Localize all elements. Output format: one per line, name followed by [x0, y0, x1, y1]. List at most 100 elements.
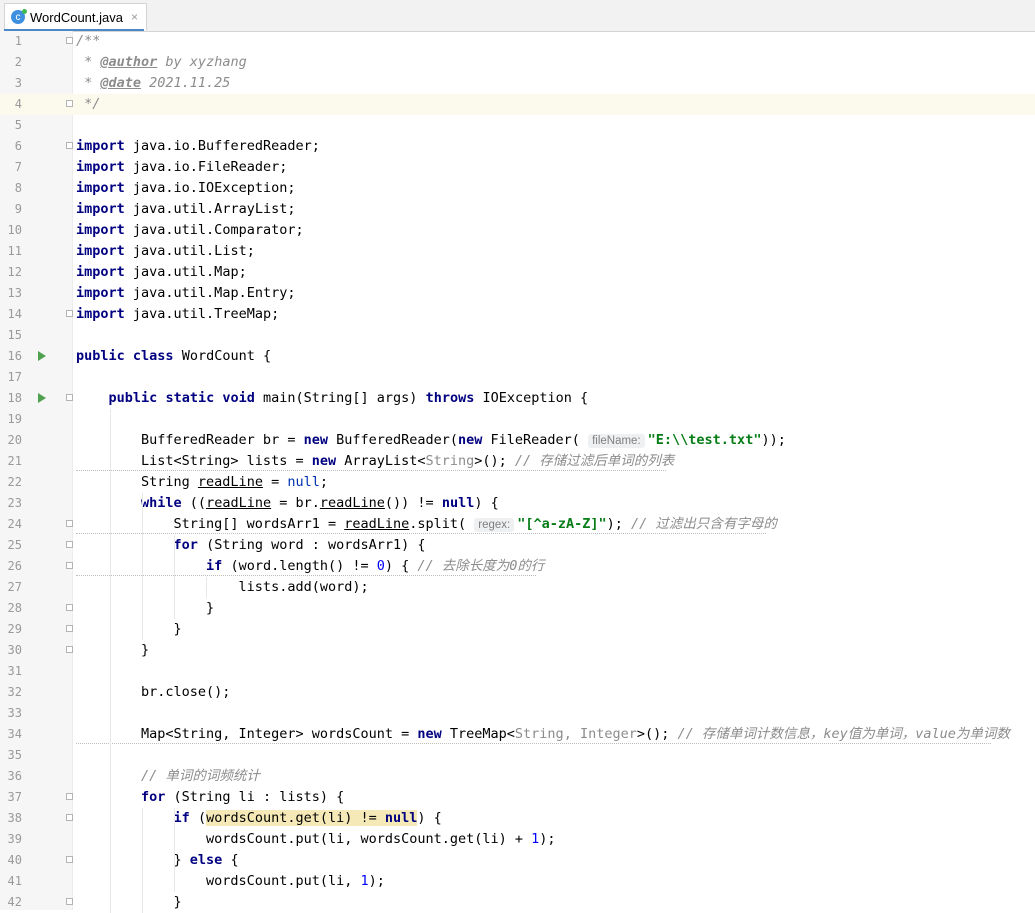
fold-icon[interactable]: [66, 394, 73, 401]
code-editor[interactable]: 1/** 2 * @author by xyzhang 3 * @date 2021…: [0, 31, 1035, 913]
line-number: 10: [7, 223, 22, 237]
line-number: 35: [7, 748, 22, 762]
code-line[interactable]: 25 for (String word : wordsArr1) {: [0, 535, 1035, 556]
line-number: 34: [7, 727, 22, 741]
code-line[interactable]: 38 if (wordsCount.get(li) != null) {: [0, 808, 1035, 829]
code-text: }: [76, 621, 182, 637]
line-number: 39: [7, 832, 22, 846]
code-line[interactable]: 37 for (String li : lists) {: [0, 787, 1035, 808]
code-line[interactable]: 40 } else {: [0, 850, 1035, 871]
close-icon[interactable]: ×: [131, 10, 138, 24]
code-line[interactable]: 36 // 单词的词频统计: [0, 766, 1035, 787]
code-line[interactable]: 34 Map<String, Integer> wordsCount = new…: [0, 724, 1035, 745]
line-number: 16: [7, 349, 22, 363]
code-line[interactable]: 12 import java.util.Map;: [0, 262, 1035, 283]
code-text: lists.add(word);: [76, 579, 369, 595]
line-number: 20: [7, 433, 22, 447]
code-line[interactable]: 22 String readLine = null;: [0, 472, 1035, 493]
code-line[interactable]: 3 * @date 2021.11.25: [0, 73, 1035, 94]
fold-icon[interactable]: [66, 856, 73, 863]
code-line[interactable]: 17: [0, 367, 1035, 388]
fold-icon[interactable]: [66, 541, 73, 548]
fold-icon[interactable]: [66, 142, 73, 149]
line-number: 37: [7, 790, 22, 804]
code-text: }: [76, 600, 215, 616]
fold-icon[interactable]: [66, 814, 73, 821]
fold-icon[interactable]: [66, 562, 73, 569]
line-number: 40: [7, 853, 22, 867]
code-line[interactable]: 26 if (word.length() != 0) { // 去除长度为0的行: [0, 556, 1035, 577]
line-number: 9: [14, 202, 22, 216]
line-number: 7: [14, 160, 22, 174]
code-text: import java.util.TreeMap;: [76, 306, 280, 322]
code-text: List<String> lists = new ArrayList<Strin…: [76, 453, 675, 469]
code-text: while ((readLine = br.readLine()) != nul…: [141, 495, 499, 511]
code-text: for (String li : lists) {: [141, 789, 345, 805]
code-line[interactable]: 31: [0, 661, 1035, 682]
code-text: } else {: [76, 852, 239, 868]
code-text: * @date 2021.11.25: [76, 75, 231, 91]
code-line[interactable]: 14 import java.util.TreeMap;: [0, 304, 1035, 325]
code-line[interactable]: 41 wordsCount.put(li, 1);: [0, 871, 1035, 892]
code-line[interactable]: 18 public static void main(String[] args…: [0, 388, 1035, 409]
fold-icon[interactable]: [66, 100, 73, 107]
line-number: 15: [7, 328, 22, 342]
code-line[interactable]: 19: [0, 409, 1035, 430]
code-line[interactable]: 1 /**: [0, 31, 1035, 52]
line-number: 21: [7, 454, 22, 468]
code-line[interactable]: 15: [0, 325, 1035, 346]
fold-icon[interactable]: [66, 646, 73, 653]
code-line[interactable]: 27 lists.add(word);: [0, 577, 1035, 598]
fold-icon[interactable]: [66, 604, 73, 611]
code-line[interactable]: 29 }: [0, 619, 1035, 640]
run-icon[interactable]: [38, 393, 46, 403]
line-number: 33: [7, 706, 22, 720]
fold-icon[interactable]: [66, 793, 73, 800]
code-text: import java.io.BufferedReader;: [76, 138, 320, 154]
code-line[interactable]: 4 */: [0, 94, 1035, 115]
code-line[interactable]: 7 import java.io.FileReader;: [0, 157, 1035, 178]
code-text: String readLine = null;: [76, 474, 328, 490]
line-number: 23: [7, 496, 22, 510]
line-number: 38: [7, 811, 22, 825]
code-line[interactable]: 10 import java.util.Comparator;: [0, 220, 1035, 241]
code-line[interactable]: 39 wordsCount.put(li, wordsCount.get(li)…: [0, 829, 1035, 850]
code-line[interactable]: 23 while ((readLine = br.readLine()) != …: [0, 493, 1035, 514]
code-line[interactable]: 30 }: [0, 640, 1035, 661]
code-text: // 单词的词频统计: [141, 768, 260, 784]
line-number: 18: [7, 391, 22, 405]
code-line[interactable]: 9 import java.util.ArrayList;: [0, 199, 1035, 220]
code-line[interactable]: 32 br.close();: [0, 682, 1035, 703]
line-number: 8: [14, 181, 22, 195]
tab-wordcount-java[interactable]: c WordCount.java ×: [4, 3, 147, 30]
code-text: String[] wordsArr1 = readLine.split( reg…: [76, 516, 777, 532]
code-line[interactable]: 8 import java.io.IOException;: [0, 178, 1035, 199]
code-text: import java.util.ArrayList;: [76, 201, 296, 217]
code-line[interactable]: 13 import java.util.Map.Entry;: [0, 283, 1035, 304]
indent-guide: [110, 409, 111, 913]
code-line[interactable]: 11 import java.util.List;: [0, 241, 1035, 262]
fold-icon[interactable]: [66, 37, 73, 44]
code-text: /**: [76, 33, 101, 49]
code-line[interactable]: 28 }: [0, 598, 1035, 619]
fold-icon[interactable]: [66, 625, 73, 632]
code-text: wordsCount.put(li, wordsCount.get(li) + …: [76, 831, 556, 847]
code-line[interactable]: 35: [0, 745, 1035, 766]
code-line[interactable]: 5: [0, 115, 1035, 136]
code-line[interactable]: 16 public class WordCount {: [0, 346, 1035, 367]
code-line[interactable]: 6 import java.io.BufferedReader;: [0, 136, 1035, 157]
line-number: 24: [7, 517, 22, 531]
code-line[interactable]: 21 List<String> lists = new ArrayList<St…: [0, 451, 1035, 472]
code-line[interactable]: 20 BufferedReader br = new BufferedReade…: [0, 430, 1035, 451]
fold-icon[interactable]: [66, 520, 73, 527]
java-class-icon: c: [11, 9, 27, 24]
fold-icon[interactable]: [66, 898, 73, 905]
code-text: import java.io.FileReader;: [76, 159, 288, 175]
run-icon[interactable]: [38, 351, 46, 361]
code-line[interactable]: 33: [0, 703, 1035, 724]
line-number: 13: [7, 286, 22, 300]
fold-icon[interactable]: [66, 310, 73, 317]
code-line[interactable]: 2 * @author by xyzhang: [0, 52, 1035, 73]
code-line[interactable]: 24 String[] wordsArr1 = readLine.split( …: [0, 514, 1035, 535]
editor-tab-bar: c WordCount.java ×: [0, 0, 1035, 32]
